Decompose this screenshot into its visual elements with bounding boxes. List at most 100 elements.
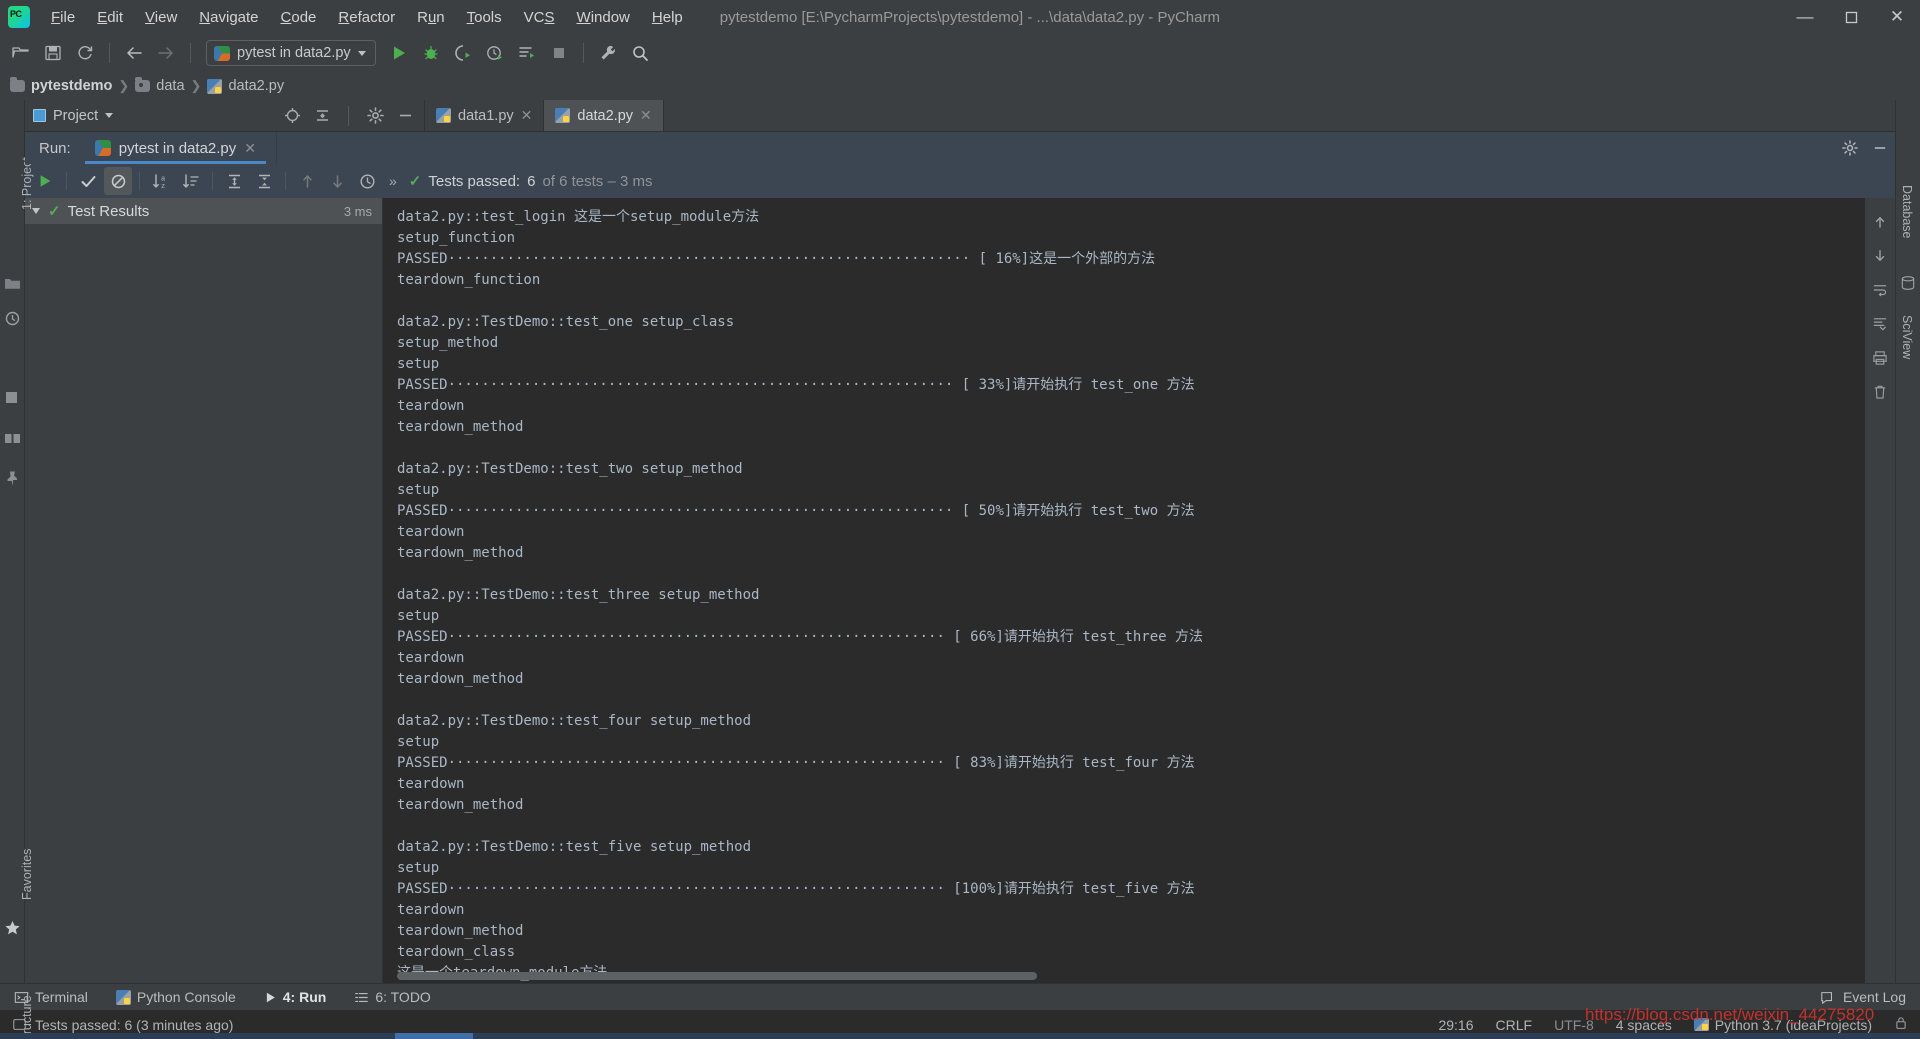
hide-panel-icon[interactable]: [394, 105, 416, 127]
scroll-to-end-icon[interactable]: [1870, 314, 1890, 334]
menu-item-code[interactable]: Code: [270, 5, 328, 30]
clear-all-icon[interactable]: [1870, 382, 1890, 402]
bottom-item-python-console[interactable]: Python Console: [102, 984, 250, 1011]
sync-icon[interactable]: [70, 38, 100, 68]
wrench-icon[interactable]: [593, 38, 623, 68]
close-button[interactable]: ✕: [1874, 0, 1920, 34]
show-passed-icon[interactable]: [74, 167, 102, 195]
toolbar-overflow-icon[interactable]: »: [383, 173, 403, 189]
console-horizontal-scrollbar[interactable]: [397, 972, 1037, 980]
hide-ignored-icon[interactable]: [104, 167, 132, 195]
collapse-all-icon[interactable]: [311, 105, 333, 127]
print-icon[interactable]: [1870, 348, 1890, 368]
soft-wrap-icon[interactable]: [1870, 280, 1890, 300]
console-line: data2.py::TestDemo::test_three setup_met…: [397, 587, 760, 603]
back-arrow-icon[interactable]: [119, 38, 149, 68]
breadcrumb-item-data[interactable]: data: [135, 77, 185, 94]
sort-alphabetically-icon[interactable]: az: [147, 167, 175, 195]
project-title[interactable]: Project: [33, 108, 114, 124]
profile-icon[interactable]: [480, 38, 510, 68]
editor-tabs: data1.py ✕ data2.py ✕: [425, 100, 1895, 131]
header-divider: [348, 105, 349, 126]
open-folder-icon[interactable]: [6, 38, 36, 68]
close-icon[interactable]: ✕: [244, 140, 256, 157]
sidebar-item-sciview[interactable]: SciView: [1900, 315, 1914, 359]
test-toolbar-divider-3: [212, 172, 213, 190]
python-interpreter[interactable]: Python 3.7 (ideaProjects): [1693, 1017, 1872, 1033]
test-tree-row-root[interactable]: ✓ Test Results 3 ms: [25, 198, 382, 224]
forward-arrow-icon: [151, 38, 181, 68]
editor-tab-data2[interactable]: data2.py ✕: [544, 100, 664, 131]
triangle-down-icon[interactable]: [32, 208, 40, 214]
menu-item-view[interactable]: View: [134, 5, 188, 30]
menu-item-help[interactable]: Help: [641, 5, 694, 30]
status-message-group[interactable]: Tests passed: 6 (3 minutes ago): [12, 1017, 233, 1033]
caret-position[interactable]: 29:16: [1438, 1017, 1473, 1033]
gear-icon[interactable]: [1835, 132, 1865, 164]
indent-setting[interactable]: 4 spaces: [1616, 1017, 1672, 1033]
event-log-button[interactable]: Event Log: [1820, 989, 1920, 1005]
pin-icon[interactable]: [4, 470, 21, 487]
close-icon[interactable]: ✕: [640, 107, 652, 124]
status-message: Tests passed: 6 (3 minutes ago): [35, 1016, 234, 1033]
save-icon[interactable]: [38, 38, 68, 68]
close-icon[interactable]: ✕: [521, 107, 533, 124]
prev-failed-icon: [293, 167, 321, 195]
minimize-icon[interactable]: [1865, 132, 1895, 164]
sidebar-item-project[interactable]: 1: Project: [20, 157, 34, 210]
menu-item-edit[interactable]: Edit: [86, 5, 134, 30]
sidebar-item-database[interactable]: Database: [1900, 185, 1914, 239]
minimize-button[interactable]: —: [1782, 0, 1828, 34]
collapse-all-icon[interactable]: [250, 167, 278, 195]
run-tab-pytest[interactable]: pytest in data2.py ✕: [84, 132, 266, 164]
editor-tab-data1[interactable]: data1.py ✕: [425, 100, 545, 131]
file-encoding[interactable]: UTF-8: [1554, 1017, 1594, 1033]
maximize-button[interactable]: [1828, 0, 1874, 34]
menu-item-vcs[interactable]: VCS: [513, 5, 566, 30]
lock-icon[interactable]: [1894, 1016, 1908, 1033]
bottom-item-todo[interactable]: 6: TODO: [340, 984, 445, 1011]
console-line: setup_function: [397, 230, 516, 246]
project-files-icon[interactable]: [4, 275, 21, 292]
database-icon[interactable]: [1900, 275, 1917, 292]
console-line: teardown: [397, 776, 465, 792]
bottom-item-run[interactable]: 4: Run: [250, 984, 341, 1011]
gear-icon[interactable]: [364, 105, 386, 127]
console-output[interactable]: data2.py::test_login 这是一个setup_module方法 s…: [383, 198, 1895, 983]
line-separator[interactable]: CRLF: [1496, 1017, 1533, 1033]
run-with-console-icon[interactable]: [512, 38, 542, 68]
layout-icon[interactable]: [4, 430, 21, 447]
console-line: teardown: [397, 902, 465, 918]
scroll-down-icon[interactable]: [1870, 246, 1890, 266]
breadcrumb-label-1: data: [156, 78, 185, 94]
breadcrumb-item-project[interactable]: pytestdemo: [10, 77, 112, 94]
menu-item-run[interactable]: Run: [406, 5, 456, 30]
menu-item-tools[interactable]: Tools: [456, 5, 513, 30]
debug-icon[interactable]: [416, 38, 446, 68]
run-configuration-selector[interactable]: pytest in data2.py: [206, 40, 376, 66]
run-coverage-icon[interactable]: [448, 38, 478, 68]
star-icon[interactable]: [4, 920, 21, 937]
rerun-icon[interactable]: [31, 167, 59, 195]
search-icon[interactable]: [625, 38, 655, 68]
menu-item-file[interactable]: File: [40, 5, 86, 30]
history-icon[interactable]: [353, 167, 381, 195]
menu-item-window[interactable]: Window: [566, 5, 641, 30]
menu-item-refactor[interactable]: Refactor: [327, 5, 406, 30]
menu-item-navigate[interactable]: Navigate: [188, 5, 269, 30]
locate-icon[interactable]: [281, 105, 303, 127]
bottom-item-terminal[interactable]: Terminal: [0, 984, 102, 1011]
expand-all-icon[interactable]: [220, 167, 248, 195]
folder-icon: [135, 77, 151, 92]
test-status-prefix: Tests passed:: [428, 172, 521, 190]
breadcrumb-item-file[interactable]: data2.py: [207, 78, 284, 94]
run-tab-label: pytest in data2.py: [118, 139, 237, 157]
stop-rail-icon[interactable]: [4, 390, 21, 407]
sort-by-duration-icon[interactable]: [177, 167, 205, 195]
sidebar-item-favorites[interactable]: Favorites: [20, 849, 34, 900]
run-icon[interactable]: [384, 38, 414, 68]
scroll-up-icon[interactable]: [1870, 212, 1890, 232]
editor-tab-label: data2.py: [577, 107, 634, 124]
bookmarks-icon[interactable]: [4, 310, 21, 327]
